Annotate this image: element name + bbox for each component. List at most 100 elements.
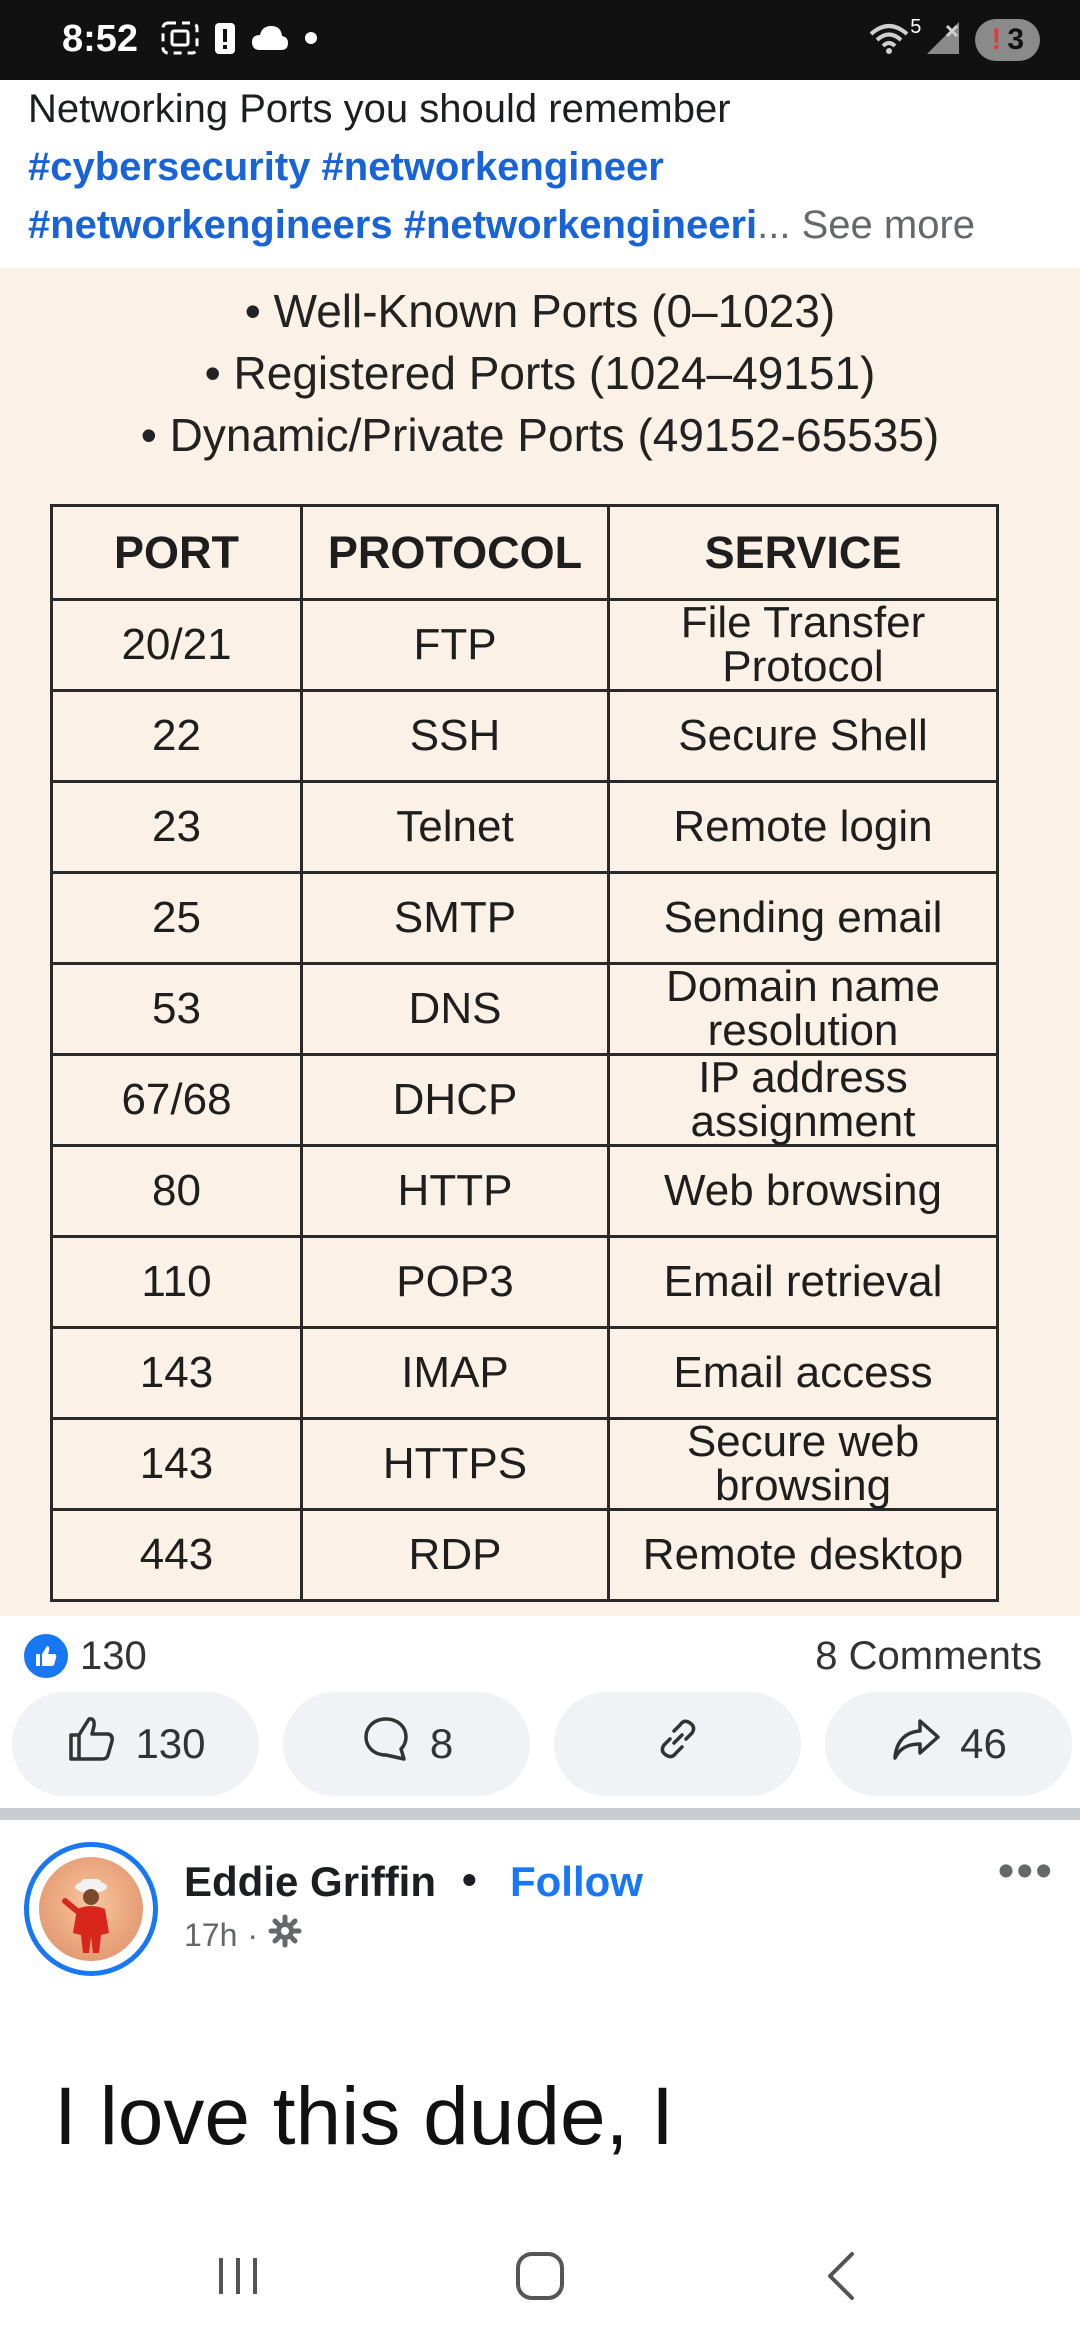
protocol-cell: IMAP xyxy=(300,1326,610,1420)
recent-apps-button[interactable] xyxy=(208,2246,268,2306)
reaction-summary: 130 8 Comments xyxy=(0,1616,1080,1696)
share-button[interactable]: 46 xyxy=(825,1692,1072,1796)
service-cell: Domain name resolution xyxy=(607,962,999,1056)
port-cell: 443 xyxy=(50,1508,303,1602)
service-cell: Email retrieval xyxy=(607,1235,999,1329)
hashtag-link[interactable]: #cybersecurity xyxy=(28,145,310,189)
service-cell: IP address assignment xyxy=(607,1053,999,1147)
port-cell: 80 xyxy=(50,1144,303,1238)
alert-battery-icon xyxy=(214,20,236,61)
post-time[interactable]: 17h xyxy=(184,1917,237,1954)
follow-button[interactable]: Follow xyxy=(510,1858,643,1906)
feed-divider xyxy=(0,1808,1080,1820)
post-image[interactable]: • Well-Known Ports (0–1023) • Registered… xyxy=(0,268,1080,1616)
port-cell: 23 xyxy=(50,780,303,874)
post-actions: 130 8 46 xyxy=(12,1692,1072,1796)
column-header-service: SERVICE xyxy=(607,504,999,601)
more-options-button[interactable]: ••• xyxy=(998,1848,1054,1896)
port-cell: 25 xyxy=(50,871,303,965)
recent-apps-icon xyxy=(219,2258,257,2294)
wifi-superscript: 5 xyxy=(910,15,922,38)
table-header-row: PORT PROTOCOL SERVICE xyxy=(50,504,999,601)
badge-alert: ! xyxy=(991,23,1002,56)
protocol-cell: POP3 xyxy=(300,1235,610,1329)
screen: 8:52 5 ! 3 Networking Ports you should r… xyxy=(0,0,1080,2340)
back-chevron-icon xyxy=(828,2252,854,2300)
protocol-cell: HTTPS xyxy=(300,1417,610,1511)
wifi-icon: 5 xyxy=(867,16,921,61)
port-cell: 53 xyxy=(50,962,303,1056)
screenshot-icon xyxy=(160,20,200,61)
thumbs-up-icon xyxy=(65,1713,117,1775)
cloud-icon xyxy=(250,24,290,57)
hashtag-link[interactable]: #networkengineer xyxy=(322,145,664,189)
port-cell: 67/68 xyxy=(50,1053,303,1147)
table-row: 143 HTTPS Secure web browsing xyxy=(50,1417,999,1511)
service-cell: Secure web browsing xyxy=(607,1417,999,1511)
service-cell: File Transfer Protocol xyxy=(607,598,999,692)
service-cell: Email access xyxy=(607,1326,999,1420)
author-name[interactable]: Eddie Griffin xyxy=(184,1858,436,1906)
port-range-item: • Registered Ports (1024–49151) xyxy=(204,347,876,399)
avatar[interactable] xyxy=(39,1857,143,1961)
port-range-item: • Well-Known Ports (0–1023) xyxy=(244,285,836,337)
share-button-count: 46 xyxy=(960,1720,1007,1767)
comments-count[interactable]: 8 Comments xyxy=(815,1634,1042,1679)
table-row: 23 Telnet Remote login xyxy=(50,780,999,874)
port-range-item: • Dynamic/Private Ports (49152-65535) xyxy=(140,409,940,461)
like-count[interactable]: 130 xyxy=(80,1634,147,1679)
protocol-cell: FTP xyxy=(300,598,610,692)
service-cell: Web browsing xyxy=(607,1144,999,1238)
service-cell: Sending email xyxy=(607,871,999,965)
table-row: 143 IMAP Email access xyxy=(50,1326,999,1420)
copy-link-button[interactable] xyxy=(554,1692,801,1796)
table-row: 22 SSH Secure Shell xyxy=(50,689,999,783)
hashtag-row-2: #networkengineers #networkengineeri... S… xyxy=(28,196,1058,254)
hashtag-row-1: #cybersecurity #networkengineer xyxy=(28,138,1058,196)
table-row: 80 HTTP Web browsing xyxy=(50,1144,999,1238)
port-cell: 20/21 xyxy=(50,598,303,692)
protocol-cell: SMTP xyxy=(300,871,610,965)
back-button[interactable] xyxy=(812,2246,872,2306)
comment-bubble-icon xyxy=(360,1713,412,1775)
notification-badge: ! 3 xyxy=(975,19,1040,61)
post-meta: 17h · xyxy=(184,1914,302,1956)
port-cell: 110 xyxy=(50,1235,303,1329)
status-time: 8:52 xyxy=(62,18,139,60)
column-header-port: PORT xyxy=(50,504,303,601)
service-cell: Remote desktop xyxy=(607,1508,999,1602)
signal-icon xyxy=(925,20,961,61)
badge-count: 3 xyxy=(1007,23,1024,56)
ports-table: PORT PROTOCOL SERVICE 20/21 FTP File Trans… xyxy=(50,504,999,1602)
see-more-link[interactable]: See more xyxy=(802,203,975,247)
status-bar: 8:52 5 ! 3 xyxy=(0,0,1080,80)
service-cell: Remote login xyxy=(607,780,999,874)
table-row: 67/68 DHCP IP address assignment xyxy=(50,1053,999,1147)
table-row: 53 DNS Domain name resolution xyxy=(50,962,999,1056)
column-header-protocol: PROTOCOL xyxy=(300,504,610,601)
protocol-cell: Telnet xyxy=(300,780,610,874)
protocol-cell: HTTP xyxy=(300,1144,610,1238)
service-cell: Secure Shell xyxy=(607,689,999,783)
like-button[interactable]: 130 xyxy=(12,1692,259,1796)
name-separator: • xyxy=(462,1856,477,1903)
share-arrow-icon xyxy=(890,1713,942,1775)
comment-button[interactable]: 8 xyxy=(283,1692,530,1796)
hashtag-link[interactable]: #networkengineeri xyxy=(404,203,757,247)
post-text-area: I love this dude, I xyxy=(0,2060,1080,2210)
hashtag-link[interactable]: #networkengineers xyxy=(28,203,393,247)
protocol-cell: DHCP xyxy=(300,1053,610,1147)
table-row: 20/21 FTP File Transfer Protocol xyxy=(50,598,999,692)
home-button[interactable] xyxy=(510,2246,570,2306)
protocol-cell: DNS xyxy=(300,962,610,1056)
post-caption: Networking Ports you should remember #cy… xyxy=(28,80,1058,254)
ports-table-body: 20/21 FTP File Transfer Protocol 22 SSH Secur… xyxy=(50,598,999,1602)
gear-icon xyxy=(268,1914,302,1956)
system-navigation-bar xyxy=(0,2210,1080,2340)
table-row: 443 RDP Remote desktop xyxy=(50,1508,999,1602)
like-button-count: 130 xyxy=(135,1720,206,1767)
author-avatar-ring[interactable] xyxy=(24,1842,158,1976)
protocol-cell: SSH xyxy=(300,689,610,783)
port-cell: 143 xyxy=(50,1326,303,1420)
port-cell: 22 xyxy=(50,689,303,783)
